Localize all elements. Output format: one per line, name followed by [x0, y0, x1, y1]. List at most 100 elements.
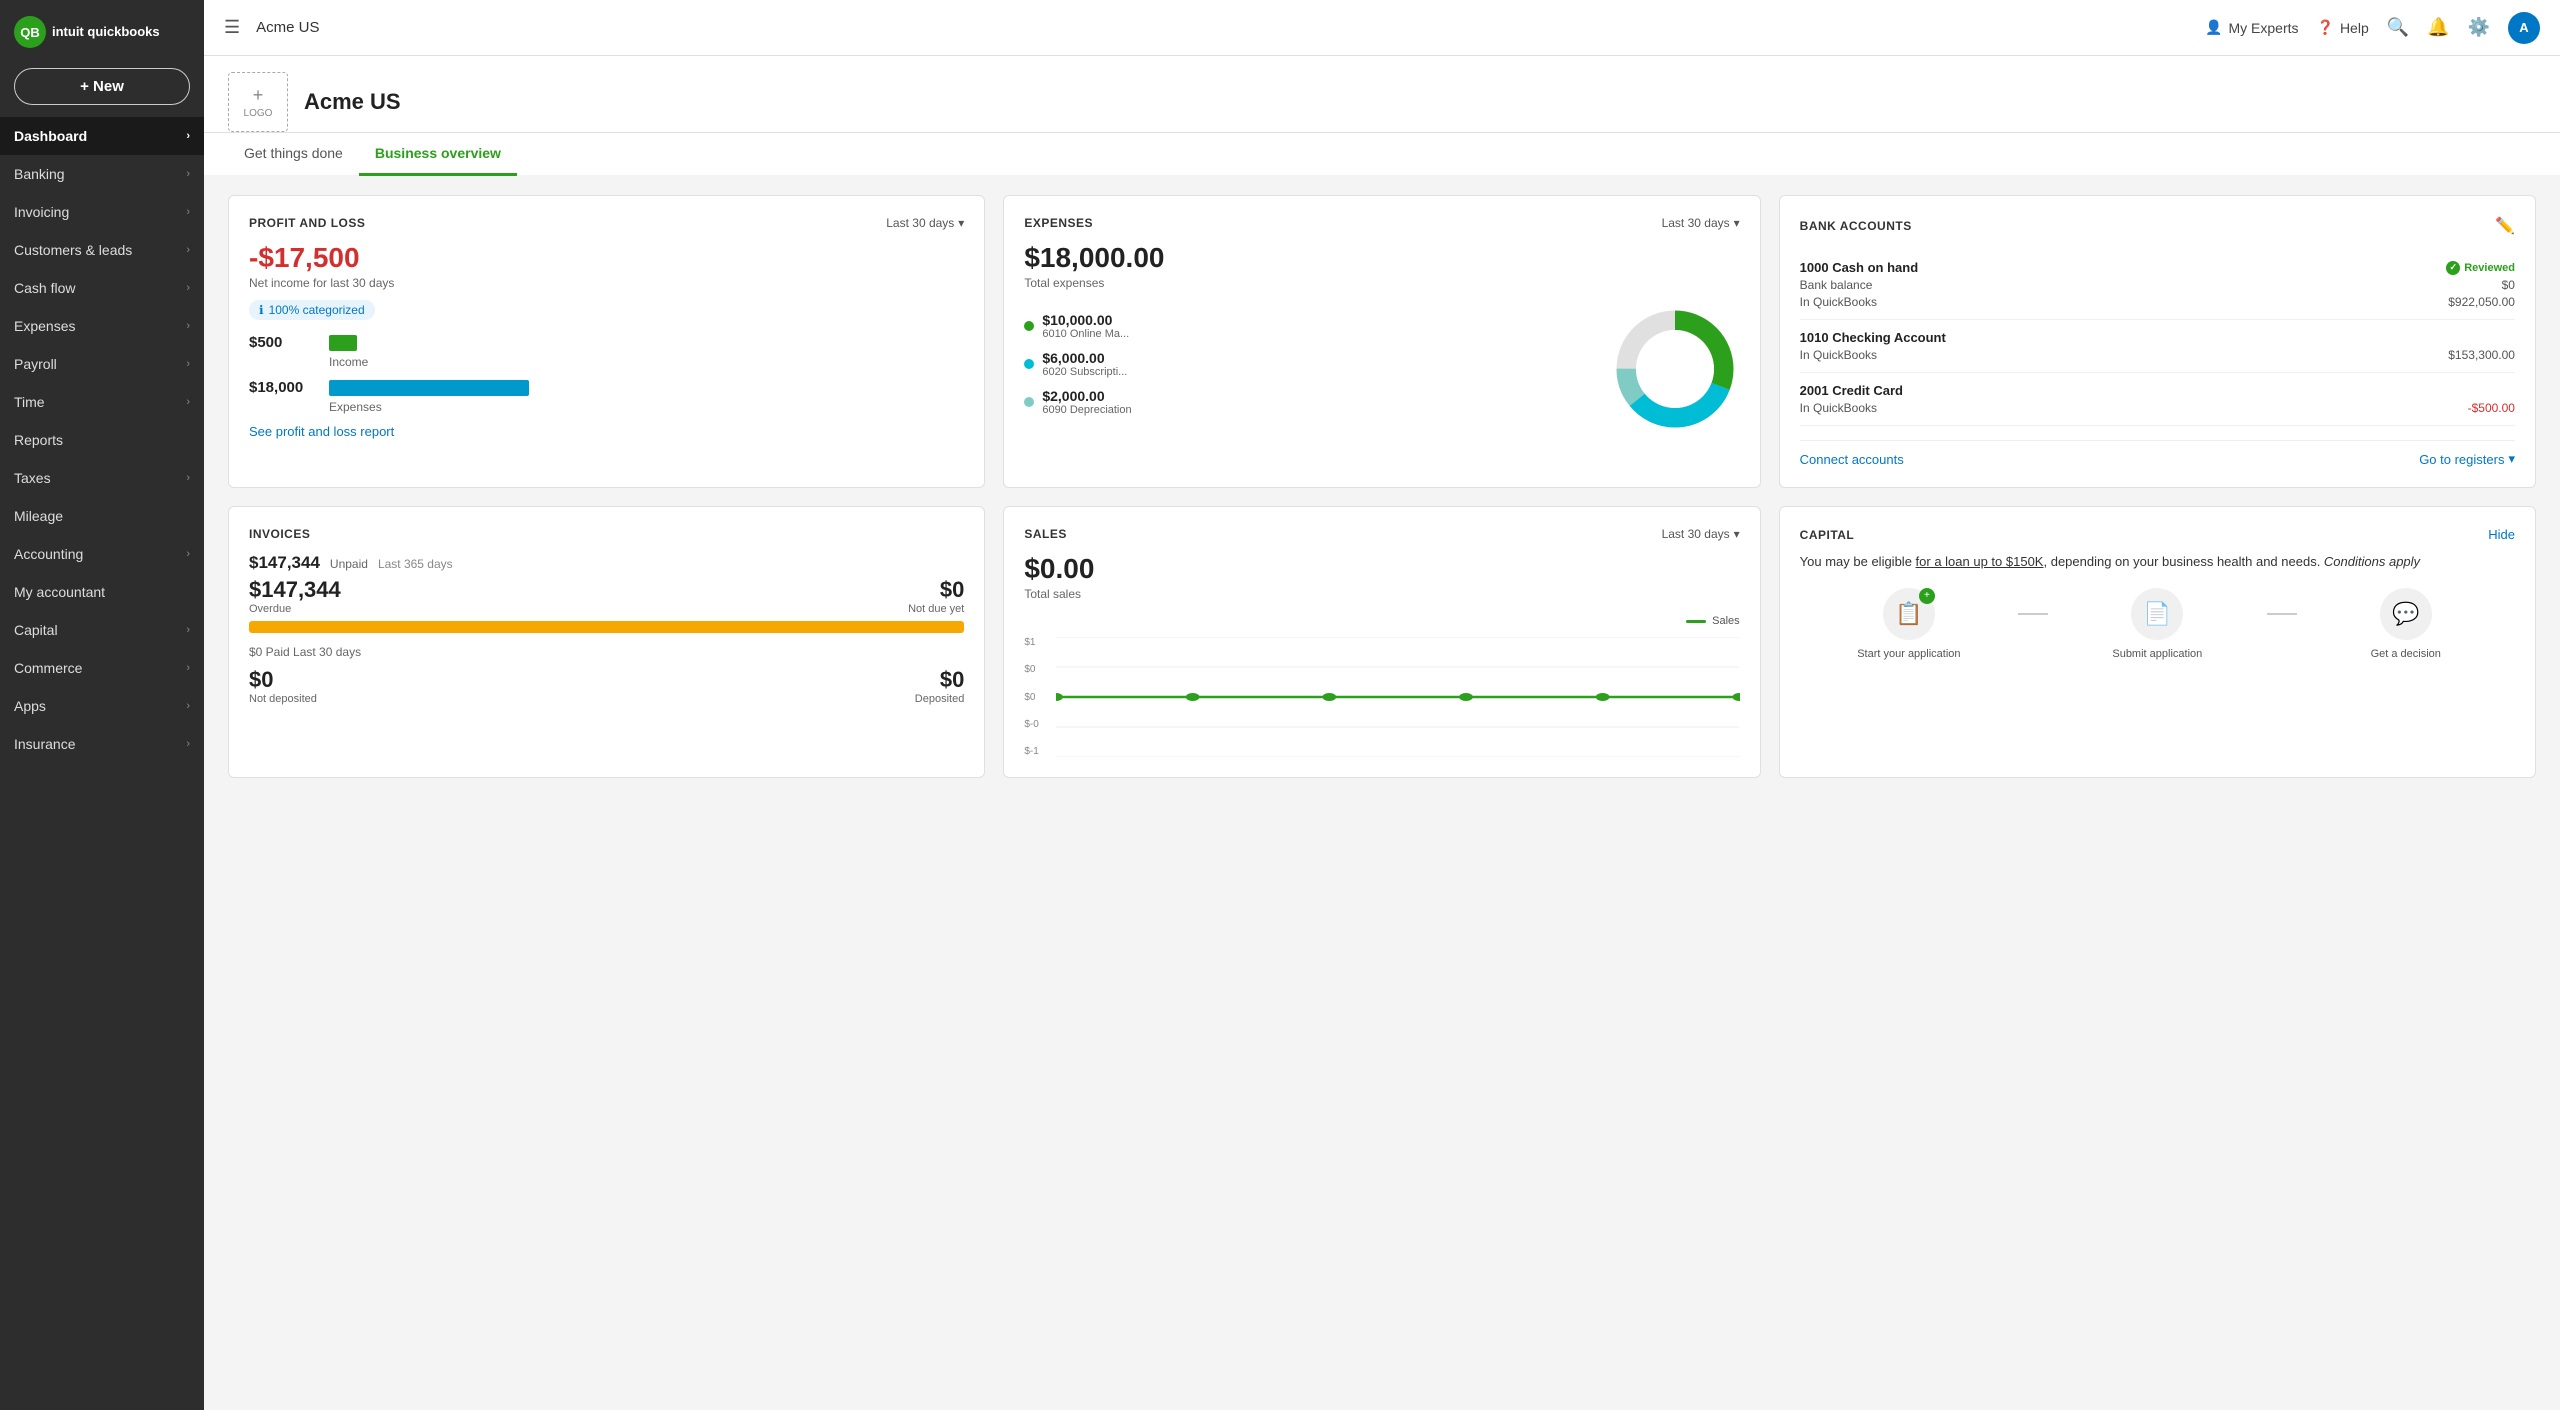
pnl-period-label: Last 30 days — [886, 216, 954, 230]
sidebar-item-label: Mileage — [14, 508, 63, 524]
new-button[interactable]: + New — [14, 68, 190, 105]
sidebar-item-label: Payroll — [14, 356, 57, 372]
expenses-legend-item-2: $6,000.00 6020 Subscripti... — [1024, 350, 1589, 378]
company-logo-upload[interactable]: + LOGO — [228, 72, 288, 132]
sidebar-item-insurance[interactable]: Insurance › — [0, 725, 204, 763]
chevron-right-icon: › — [186, 662, 190, 674]
sidebar-item-customers-leads[interactable]: Customers & leads › — [0, 231, 204, 269]
sidebar-item-dashboard[interactable]: Dashboard › — [0, 117, 204, 155]
search-icon[interactable]: 🔍 — [2387, 17, 2409, 38]
sidebar-item-reports[interactable]: Reports — [0, 421, 204, 459]
invoices-label-row: Not deposited Deposited — [249, 693, 964, 705]
logo-placeholder-text: LOGO — [244, 108, 273, 119]
bank-account-name-1: 1000 Cash on hand — [1800, 260, 1918, 275]
invoices-card: INVOICES $147,344 Unpaid Last 365 days $… — [228, 506, 985, 778]
edit-icon[interactable]: ✏️ — [2495, 216, 2515, 236]
capital-step-2: 📄 Submit application — [2048, 588, 2266, 660]
expense-amount-3: $2,000.00 — [1042, 388, 1131, 404]
sidebar: QB intuit quickbooks + New Dashboard › B… — [0, 0, 204, 1410]
sales-legend: Sales — [1024, 615, 1739, 627]
sidebar-item-label: Capital — [14, 622, 58, 638]
pnl-card: PROFIT AND LOSS Last 30 days ▾ -$17,500 … — [228, 195, 985, 488]
reviewed-badge: ✓ Reviewed — [2446, 261, 2515, 275]
qb-balance-3: -$500.00 — [2468, 401, 2515, 415]
y-label-4: $-0 — [1024, 719, 1052, 730]
qb-label-2: In QuickBooks — [1800, 348, 1877, 362]
connect-accounts-link[interactable]: Connect accounts — [1800, 452, 1904, 467]
pnl-net-income-label: Net income for last 30 days — [249, 276, 964, 290]
capital-hide-button[interactable]: Hide — [2488, 527, 2515, 542]
invoices-not-deposited-amount: $0 — [249, 667, 273, 693]
expense-amount-1: $10,000.00 — [1042, 312, 1129, 328]
chevron-right-icon: › — [186, 130, 190, 142]
person-icon: 👤 — [2205, 19, 2222, 36]
bank-accounts-title: BANK ACCOUNTS — [1800, 219, 1912, 233]
tab-business-overview[interactable]: Business overview — [359, 133, 517, 176]
chevron-down-icon: ▾ — [958, 216, 964, 230]
chevron-right-icon: › — [186, 168, 190, 180]
see-profit-loss-report-link[interactable]: See profit and loss report — [249, 424, 394, 439]
invoices-overdue-row: $147,344 Overdue $0 Not due yet — [249, 577, 964, 615]
invoices-overdue-amount: $147,344 — [249, 577, 341, 603]
sidebar-item-cash-flow[interactable]: Cash flow › — [0, 269, 204, 307]
invoices-title: INVOICES — [249, 527, 310, 541]
pnl-expense-amount: $18,000 — [249, 379, 319, 396]
settings-icon[interactable]: ⚙️ — [2468, 17, 2490, 38]
invoices-unpaid-amount: $147,344 — [249, 553, 320, 573]
invoices-overdue-bar — [249, 621, 964, 633]
pnl-income-amount: $500 — [249, 334, 319, 351]
pnl-expense-row: $18,000 — [249, 379, 964, 396]
y-label-5: $-1 — [1024, 746, 1052, 757]
sidebar-item-accounting[interactable]: Accounting › — [0, 535, 204, 573]
sidebar-item-label: Time — [14, 394, 45, 410]
chevron-down-icon: ▾ — [1734, 216, 1740, 230]
avatar[interactable]: A — [2508, 12, 2540, 44]
sidebar-item-expenses[interactable]: Expenses › — [0, 307, 204, 345]
hamburger-menu-icon[interactable]: ☰ — [224, 17, 240, 38]
dashboard-grid: PROFIT AND LOSS Last 30 days ▾ -$17,500 … — [204, 175, 2560, 798]
sales-period-selector[interactable]: Last 30 days ▾ — [1662, 527, 1740, 541]
sidebar-item-invoicing[interactable]: Invoicing › — [0, 193, 204, 231]
bank-balance-value-1: $0 — [2502, 278, 2515, 292]
sidebar-item-commerce[interactable]: Commerce › — [0, 649, 204, 687]
pnl-card-header: PROFIT AND LOSS Last 30 days ▾ — [249, 216, 964, 230]
sidebar-item-label: Taxes — [14, 470, 51, 486]
my-experts-button[interactable]: 👤 My Experts — [2205, 19, 2298, 36]
capital-step-icon-3: 💬 — [2380, 588, 2432, 640]
sidebar-item-payroll[interactable]: Payroll › — [0, 345, 204, 383]
pnl-income-label: Income — [249, 355, 964, 369]
expenses-card: EXPENSES Last 30 days ▾ $18,000.00 Total… — [1003, 195, 1760, 488]
expense-label-2: 6020 Subscripti... — [1042, 366, 1127, 378]
chevron-right-icon: › — [186, 548, 190, 560]
sales-y-axis: $1 $0 $0 $-0 $-1 — [1024, 637, 1052, 757]
help-button[interactable]: ❓ Help — [2317, 19, 2369, 36]
expenses-period-selector[interactable]: Last 30 days ▾ — [1662, 216, 1740, 230]
sales-chart-area — [1056, 637, 1739, 757]
tab-get-things-done[interactable]: Get things done — [228, 133, 359, 176]
pnl-period-selector[interactable]: Last 30 days ▾ — [886, 216, 964, 230]
chevron-right-icon: › — [186, 358, 190, 370]
chevron-down-icon: ▾ — [2508, 451, 2515, 467]
notifications-icon[interactable]: 🔔 — [2427, 17, 2449, 38]
sidebar-item-label: Banking — [14, 166, 65, 182]
go-to-registers-link[interactable]: Go to registers ▾ — [2419, 451, 2515, 467]
sidebar-item-mileage[interactable]: Mileage — [0, 497, 204, 535]
y-label-1: $1 — [1024, 637, 1052, 648]
sidebar-item-taxes[interactable]: Taxes › — [0, 459, 204, 497]
chevron-right-icon: › — [186, 282, 190, 294]
qb-balance-1: $922,050.00 — [2448, 295, 2515, 309]
expenses-chart-area: $10,000.00 6010 Online Ma... $6,000.00 6… — [1024, 304, 1739, 434]
sidebar-item-capital[interactable]: Capital › — [0, 611, 204, 649]
sidebar-item-label: Apps — [14, 698, 46, 714]
expense-dot-2 — [1024, 359, 1034, 369]
sidebar-item-apps[interactable]: Apps › — [0, 687, 204, 725]
sidebar-item-time[interactable]: Time › — [0, 383, 204, 421]
capital-title: CAPITAL — [1800, 528, 1855, 542]
sidebar-item-label: Reports — [14, 432, 63, 448]
sales-card-header: SALES Last 30 days ▾ — [1024, 527, 1739, 541]
sidebar-item-label: Insurance — [14, 736, 75, 752]
sidebar-item-my-accountant[interactable]: My accountant — [0, 573, 204, 611]
bank-account-row-2: 1010 Checking Account In QuickBooks $153… — [1800, 320, 2515, 373]
sidebar-item-banking[interactable]: Banking › — [0, 155, 204, 193]
qb-label-1: In QuickBooks — [1800, 295, 1877, 309]
